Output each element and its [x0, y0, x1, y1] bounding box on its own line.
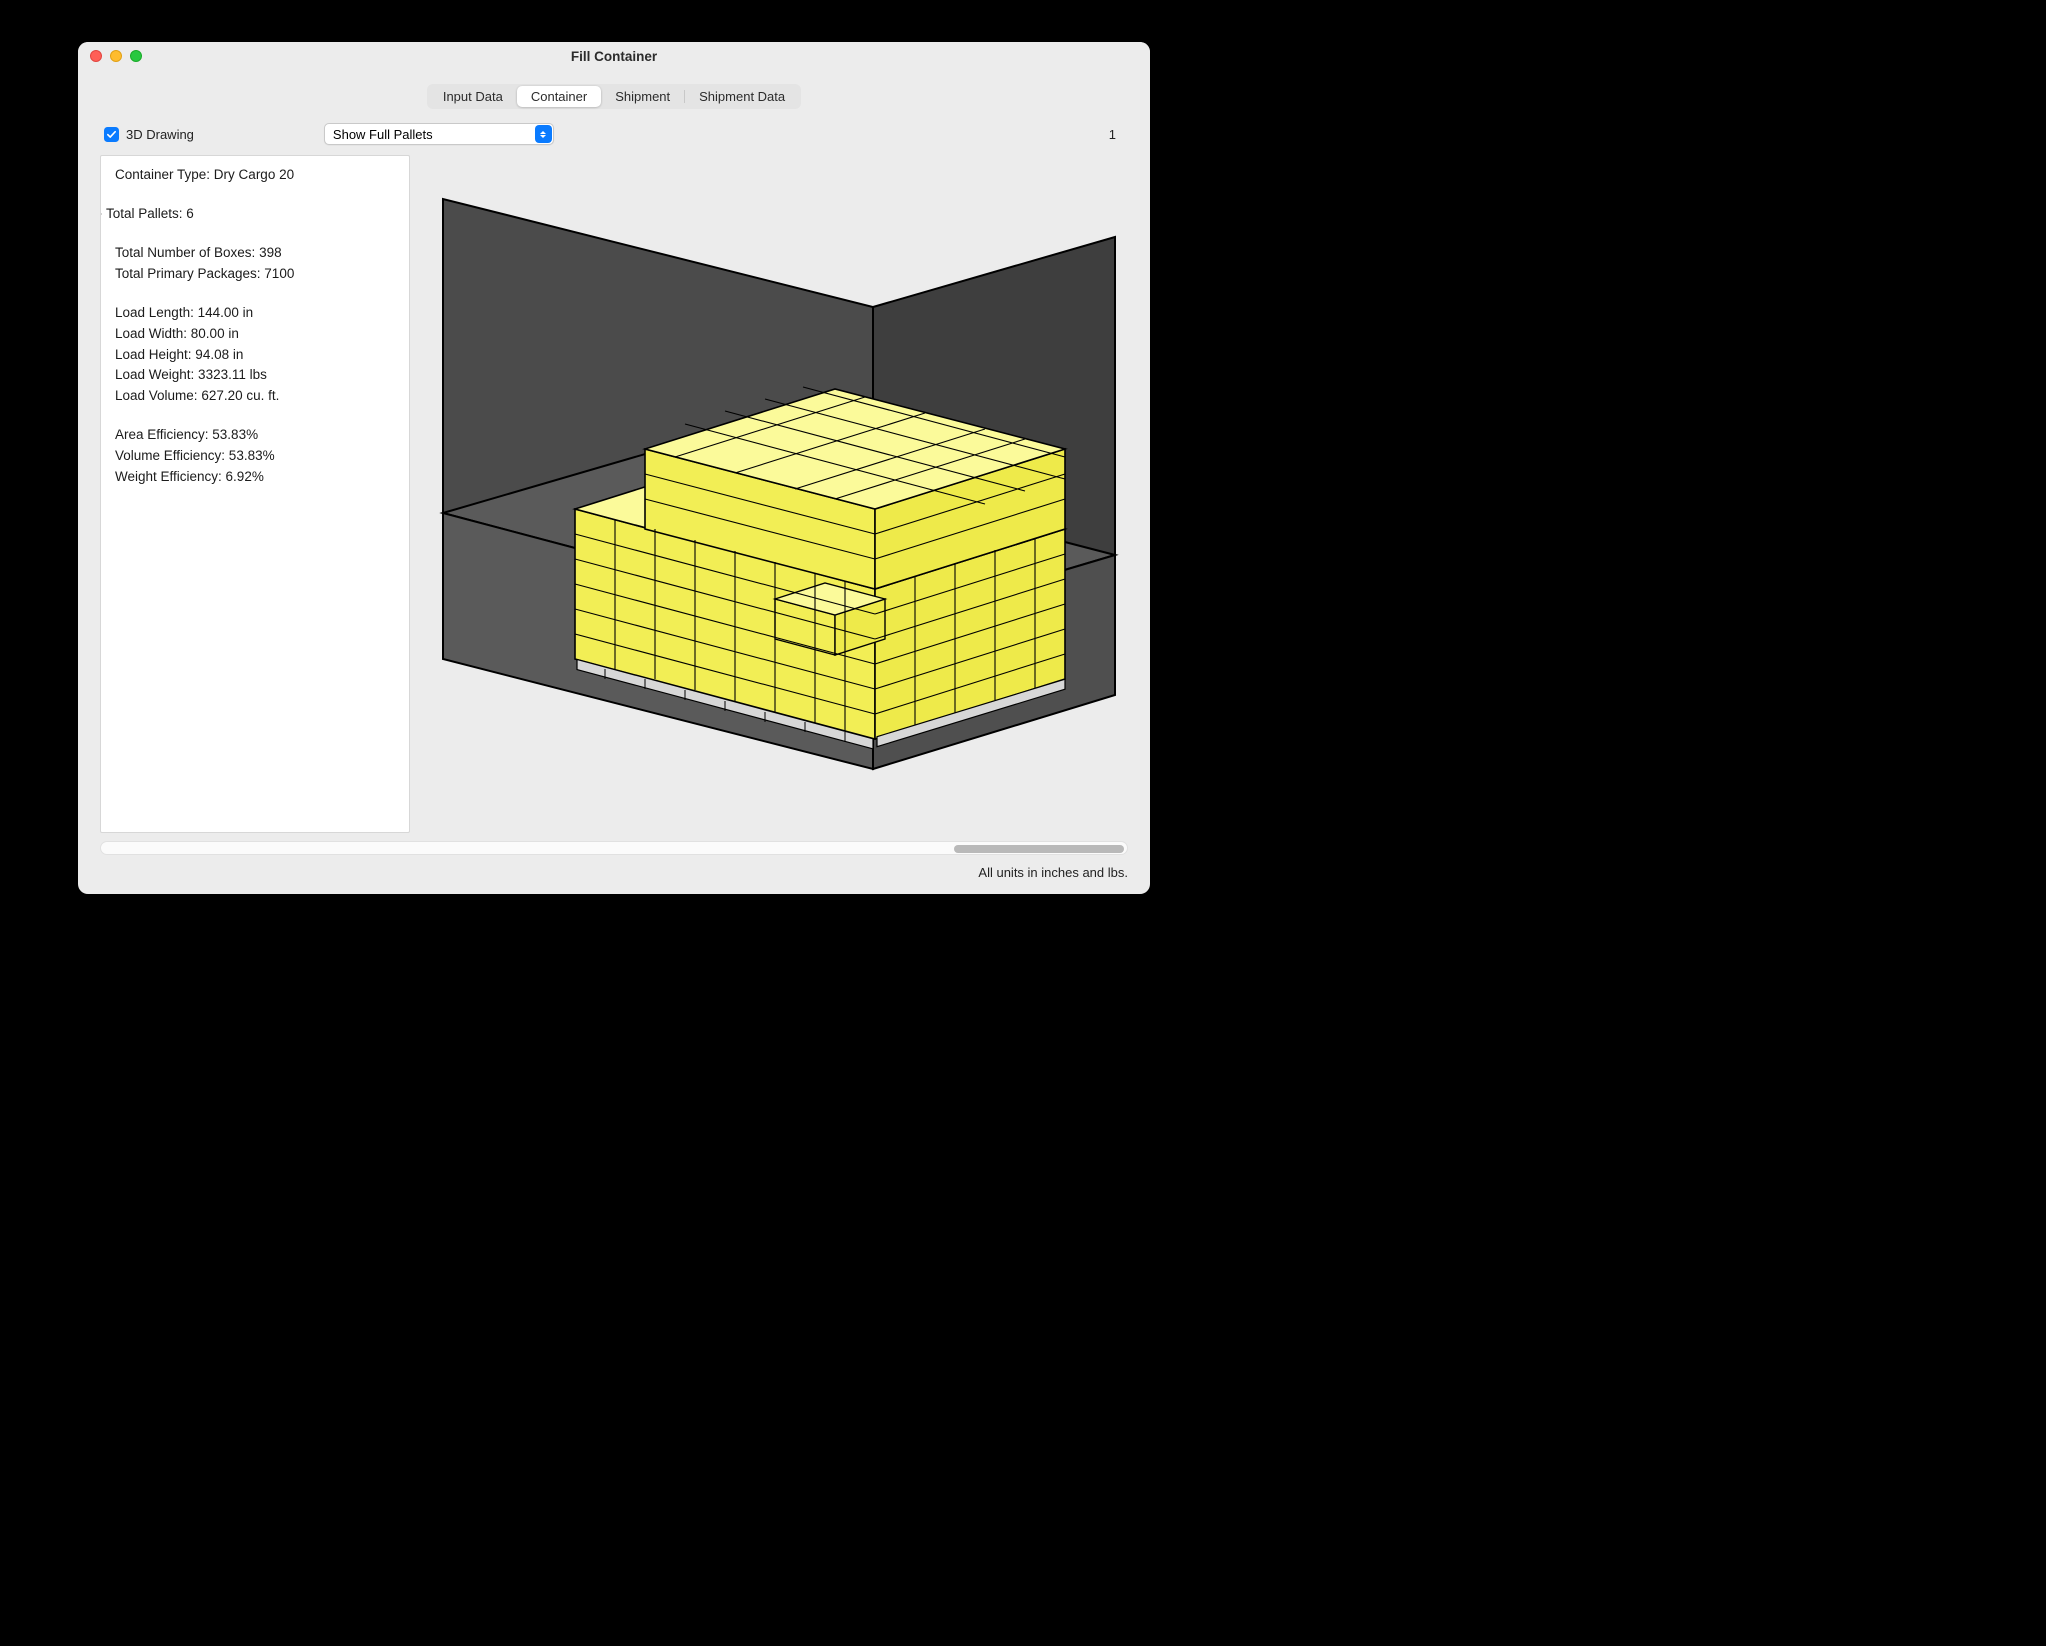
content-area: Container Type: Dry Cargo 20 Total Palle… — [78, 155, 1150, 841]
info-panel: Container Type: Dry Cargo 20 Total Palle… — [100, 155, 410, 833]
drawing-3d-checkbox[interactable]: 3D Drawing — [104, 127, 194, 142]
checkbox-icon — [104, 127, 119, 142]
view-select-value: Show Full Pallets — [333, 127, 433, 142]
info-vol-eff: Volume Efficiency: 53.83% — [109, 446, 401, 467]
tab-shipment-data[interactable]: Shipment Data — [685, 86, 799, 107]
info-container-type: Container Type: Dry Cargo 20 — [109, 165, 401, 186]
select-stepper-icon — [535, 125, 552, 143]
window-controls — [78, 50, 142, 62]
info-total-pallets[interactable]: Total Pallets: 6 — [100, 204, 401, 225]
zoom-button[interactable] — [130, 50, 142, 62]
container-3d-view[interactable] — [422, 155, 1128, 833]
app-window: Fill Container Input Data Container Ship… — [78, 42, 1150, 894]
info-weight-eff: Weight Efficiency: 6.92% — [109, 467, 401, 488]
footer-units: All units in inches and lbs. — [78, 861, 1150, 894]
tab-input-data[interactable]: Input Data — [429, 86, 517, 107]
info-total-boxes: Total Number of Boxes: 398 — [109, 243, 401, 264]
tab-bar: Input Data Container Shipment Shipment D… — [78, 70, 1150, 117]
info-total-primary: Total Primary Packages: 7100 — [109, 264, 401, 285]
info-area-eff: Area Efficiency: 53.83% — [109, 425, 401, 446]
options-row: 3D Drawing Show Full Pallets 1 — [78, 117, 1150, 155]
info-load-length: Load Length: 144.00 in — [109, 303, 401, 324]
tab-container[interactable]: Container — [517, 86, 601, 107]
close-button[interactable] — [90, 50, 102, 62]
container-count: 1 — [1109, 127, 1124, 142]
horizontal-scrollbar[interactable] — [100, 841, 1128, 855]
scrollbar-thumb[interactable] — [954, 845, 1124, 853]
window-title: Fill Container — [78, 49, 1150, 64]
container-3d-svg — [425, 189, 1125, 799]
info-load-weight: Load Weight: 3323.11 lbs — [109, 365, 401, 386]
view-select[interactable]: Show Full Pallets — [324, 123, 554, 145]
info-load-height: Load Height: 94.08 in — [109, 345, 401, 366]
titlebar: Fill Container — [78, 42, 1150, 70]
minimize-button[interactable] — [110, 50, 122, 62]
chevron-right-icon — [100, 210, 102, 218]
tab-segmented-control: Input Data Container Shipment Shipment D… — [427, 84, 801, 109]
info-load-volume: Load Volume: 627.20 cu. ft. — [109, 386, 401, 407]
tab-shipment[interactable]: Shipment — [601, 86, 684, 107]
drawing-3d-label: 3D Drawing — [126, 127, 194, 142]
info-load-width: Load Width: 80.00 in — [109, 324, 401, 345]
